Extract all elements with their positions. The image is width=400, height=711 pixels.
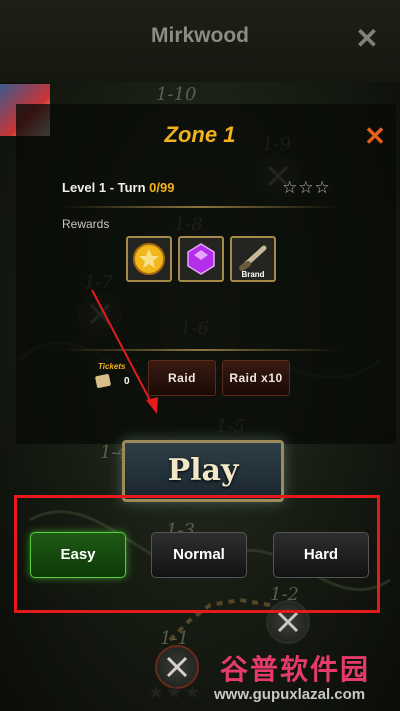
watermark-brand: 谷普软件园 (220, 654, 371, 685)
difficulty-hard-button[interactable]: Hard (273, 532, 369, 578)
difficulty-normal-label: Normal (173, 546, 225, 563)
site-watermark: 谷普软件园 www.gupuxlazal.com (214, 648, 400, 711)
difficulty-normal-button[interactable]: Normal (151, 532, 247, 578)
difficulty-easy-button[interactable]: Easy (30, 532, 126, 578)
difficulty-easy-label: Easy (60, 546, 96, 563)
game-screen: Mirkwood ✕ 1-10 1-9 1-8 1-7 1-6 1-5 1-4 … (0, 0, 400, 711)
difficulty-hard-label: Hard (303, 546, 339, 563)
watermark-url: www.gupuxlazal.com (214, 686, 366, 703)
